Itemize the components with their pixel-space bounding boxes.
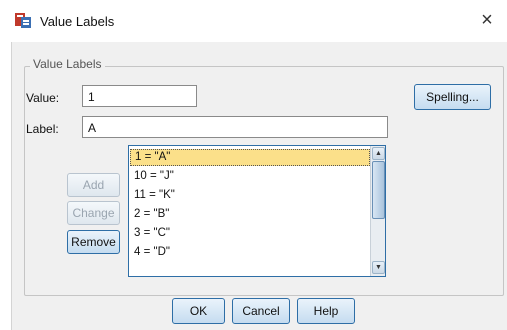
label-input[interactable]: A xyxy=(82,116,388,138)
value-labels-list[interactable]: 1 = "A" 10 = "J" 11 = "K" 2 = "B" 3 = "C… xyxy=(128,145,386,277)
spelling-button[interactable]: Spelling... xyxy=(414,84,491,110)
title-bar: Value Labels × xyxy=(0,0,507,42)
group-legend: Value Labels xyxy=(30,57,105,71)
window-title: Value Labels xyxy=(40,14,115,29)
list-item[interactable]: 1 = "A" xyxy=(130,149,370,166)
help-button[interactable]: Help xyxy=(297,298,355,324)
list-item[interactable]: 11 = "K" xyxy=(130,187,370,204)
list-item[interactable]: 10 = "J" xyxy=(130,168,370,185)
label-label: Label: xyxy=(26,122,59,136)
scroll-thumb[interactable] xyxy=(372,161,385,219)
list-item[interactable]: 4 = "D" xyxy=(130,244,370,261)
add-button[interactable]: Add xyxy=(67,173,120,197)
close-button[interactable]: × xyxy=(473,8,501,34)
list-item[interactable]: 2 = "B" xyxy=(130,206,370,223)
cancel-button[interactable]: Cancel xyxy=(232,298,290,324)
value-input[interactable]: 1 xyxy=(82,85,197,107)
scroll-down-icon[interactable]: ▼ xyxy=(372,261,385,274)
list-scrollbar[interactable]: ▲ ▼ xyxy=(370,146,385,276)
list-item[interactable]: 3 = "C" xyxy=(130,225,370,242)
scroll-up-icon[interactable]: ▲ xyxy=(372,147,385,160)
ok-button[interactable]: OK xyxy=(172,298,225,324)
dialog-body: Value Labels Value: 1 Label: A Spelling.… xyxy=(11,42,507,330)
change-button[interactable]: Change xyxy=(67,201,120,225)
value-label: Value: xyxy=(26,91,60,105)
remove-button[interactable]: Remove xyxy=(67,230,120,254)
app-icon xyxy=(15,13,31,28)
